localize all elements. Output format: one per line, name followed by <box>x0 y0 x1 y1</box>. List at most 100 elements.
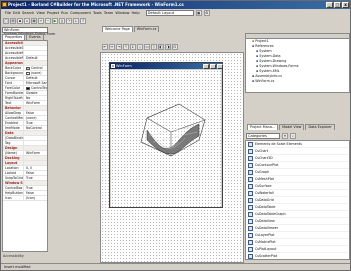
menu-view[interactable]: View <box>36 11 45 15</box>
window-titlebar[interactable]: Project1 - Borland C#Builder for the Mic… <box>1 1 350 9</box>
project-tree-item[interactable]: ▪ WinForm.cs <box>248 79 349 84</box>
tab-properties[interactable]: Properties <box>2 34 26 40</box>
align-center-icon[interactable]: ↔ <box>109 44 115 50</box>
property-value[interactable]: Default <box>23 56 47 60</box>
property-value[interactable]: False <box>23 171 47 175</box>
palette-item[interactable]: CsDataView <box>246 218 349 225</box>
run-icon[interactable]: ▶ <box>52 18 58 24</box>
property-value[interactable]: Default <box>23 76 47 80</box>
menu-tools[interactable]: Tools <box>93 11 102 15</box>
palette-search-icon[interactable]: ⌕ <box>290 133 296 139</box>
property-value[interactable]: Microsoft Sans Serif, 8.25pt <box>23 81 47 85</box>
tab-events[interactable]: Events <box>26 34 44 40</box>
align-top-icon[interactable]: ⤒ <box>123 44 129 50</box>
palette-item[interactable]: CsContourPlot <box>246 162 349 169</box>
winform-titlebar[interactable]: WinForm <box>110 63 223 69</box>
property-value[interactable]: (none) <box>23 116 47 120</box>
remove-file-icon[interactable]: − <box>45 18 51 24</box>
tab-model-view[interactable]: Model View <box>279 124 305 130</box>
property-value[interactable] <box>23 106 47 110</box>
palette-item[interactable]: CsScatterPlot <box>246 253 349 259</box>
help-icon[interactable]: ? <box>80 18 86 24</box>
align-right-icon[interactable]: ⇥ <box>116 44 122 50</box>
winform-client-area[interactable] <box>111 70 221 207</box>
property-value[interactable] <box>23 156 47 160</box>
winform-close-icon[interactable] <box>217 63 223 69</box>
property-value[interactable] <box>23 136 47 140</box>
tab-project-manager[interactable]: Project Mana... <box>247 124 279 130</box>
new-icon[interactable]: □ <box>3 18 9 24</box>
property-row[interactable]: Icon (Icon) <box>3 196 47 201</box>
pause-icon[interactable]: ‖ <box>59 18 65 24</box>
save-all-icon[interactable]: ▫ <box>24 18 30 24</box>
menu-file[interactable]: File <box>5 11 11 15</box>
menu-component[interactable]: Component <box>70 11 91 15</box>
palette-item[interactable]: CsDataTable <box>246 204 349 211</box>
property-value[interactable]: True <box>23 121 47 125</box>
property-value[interactable] <box>23 46 47 50</box>
menu-edit[interactable]: Edit <box>13 11 20 15</box>
align-left-icon[interactable]: ⇤ <box>102 44 108 50</box>
property-value[interactable]: False <box>23 111 47 115</box>
align-bottom-icon[interactable]: ⤓ <box>137 44 143 50</box>
menu-team[interactable]: Team <box>104 11 114 15</box>
surface-chart-control[interactable] <box>129 100 211 164</box>
property-value[interactable]: Sizable <box>23 91 47 95</box>
menu-window[interactable]: Window <box>115 11 129 15</box>
palette-item[interactable]: CsPlotLayout <box>246 246 349 253</box>
property-value[interactable]: (none) <box>23 71 47 75</box>
property-value[interactable]: 0, 0 <box>23 166 47 170</box>
palette-item[interactable]: CsChart3D <box>246 155 349 162</box>
property-value[interactable] <box>23 131 47 135</box>
property-value[interactable]: True <box>23 186 47 190</box>
palette-item[interactable]: CsMatrixPlot <box>246 239 349 246</box>
property-value[interactable] <box>23 161 47 165</box>
menu-search[interactable]: Search <box>22 11 34 15</box>
palette-item[interactable]: CsMeshPlot <box>246 176 349 183</box>
palette-item[interactable]: CsGraph <box>246 169 349 176</box>
palette-item[interactable]: Elements de Scale Elements <box>246 141 349 148</box>
property-value[interactable]: False <box>23 191 47 195</box>
palette-filter-icon[interactable]: ▾ <box>282 133 288 139</box>
property-value[interactable]: WinForm <box>23 101 47 105</box>
property-value[interactable] <box>23 41 47 45</box>
property-value[interactable]: True <box>23 176 47 180</box>
palette-category-combo[interactable]: Categories <box>246 133 280 139</box>
bring-front-icon[interactable]: ◧ <box>158 44 164 50</box>
layout-options-icon[interactable]: ⚙ <box>203 9 210 16</box>
open-icon[interactable]: ▤ <box>10 18 16 24</box>
property-value[interactable] <box>23 181 47 185</box>
property-value[interactable] <box>23 146 47 150</box>
winform-minimize-icon[interactable] <box>203 63 209 69</box>
maximize-icon[interactable]: □ <box>334 2 341 8</box>
palette-item[interactable]: CsDataTableGraph <box>246 211 349 218</box>
palette-item[interactable]: CsChart <box>246 148 349 155</box>
tab-data-explorer[interactable]: Data Explorer <box>305 124 335 130</box>
palette-item[interactable]: CsDataViewer <box>246 225 349 232</box>
layout-combo[interactable]: Default Layout <box>145 9 194 16</box>
open-project-icon[interactable]: ▦ <box>31 18 37 24</box>
minimize-icon[interactable]: _ <box>326 2 333 8</box>
tab-welcome-page[interactable]: Welcome Page <box>102 26 133 32</box>
lock-controls-icon[interactable]: ⊡ <box>172 44 178 50</box>
add-file-icon[interactable]: + <box>38 18 44 24</box>
save-layout-icon[interactable]: ▣ <box>195 9 202 16</box>
trace-into-icon[interactable]: ↓ <box>73 18 79 24</box>
winform-maximize-icon[interactable] <box>210 63 216 69</box>
align-middle-icon[interactable]: ↕ <box>130 44 136 50</box>
property-value[interactable]: Control <box>23 66 47 70</box>
send-back-icon[interactable]: ◨ <box>165 44 171 50</box>
property-value[interactable]: No <box>23 96 47 100</box>
palette-item[interactable]: CsWaterfall <box>246 190 349 197</box>
tab-winform[interactable]: WinForm.cs <box>133 26 160 32</box>
palette-item[interactable]: CsLayerPlot <box>246 232 349 239</box>
palette-item[interactable]: CsDataGrid <box>246 197 349 204</box>
menu-help[interactable]: Help <box>131 11 139 15</box>
form-designer[interactable]: WinForm <box>100 52 244 263</box>
inspector-selector[interactable]: WinForm System.Windows.Forms.Form <box>2 27 55 36</box>
winform-window[interactable]: WinForm <box>109 62 223 208</box>
menu-run[interactable]: Run <box>61 11 68 15</box>
property-value[interactable]: (Icon) <box>23 196 47 200</box>
property-value[interactable] <box>23 141 47 145</box>
palette-item[interactable]: CsSurface <box>246 183 349 190</box>
